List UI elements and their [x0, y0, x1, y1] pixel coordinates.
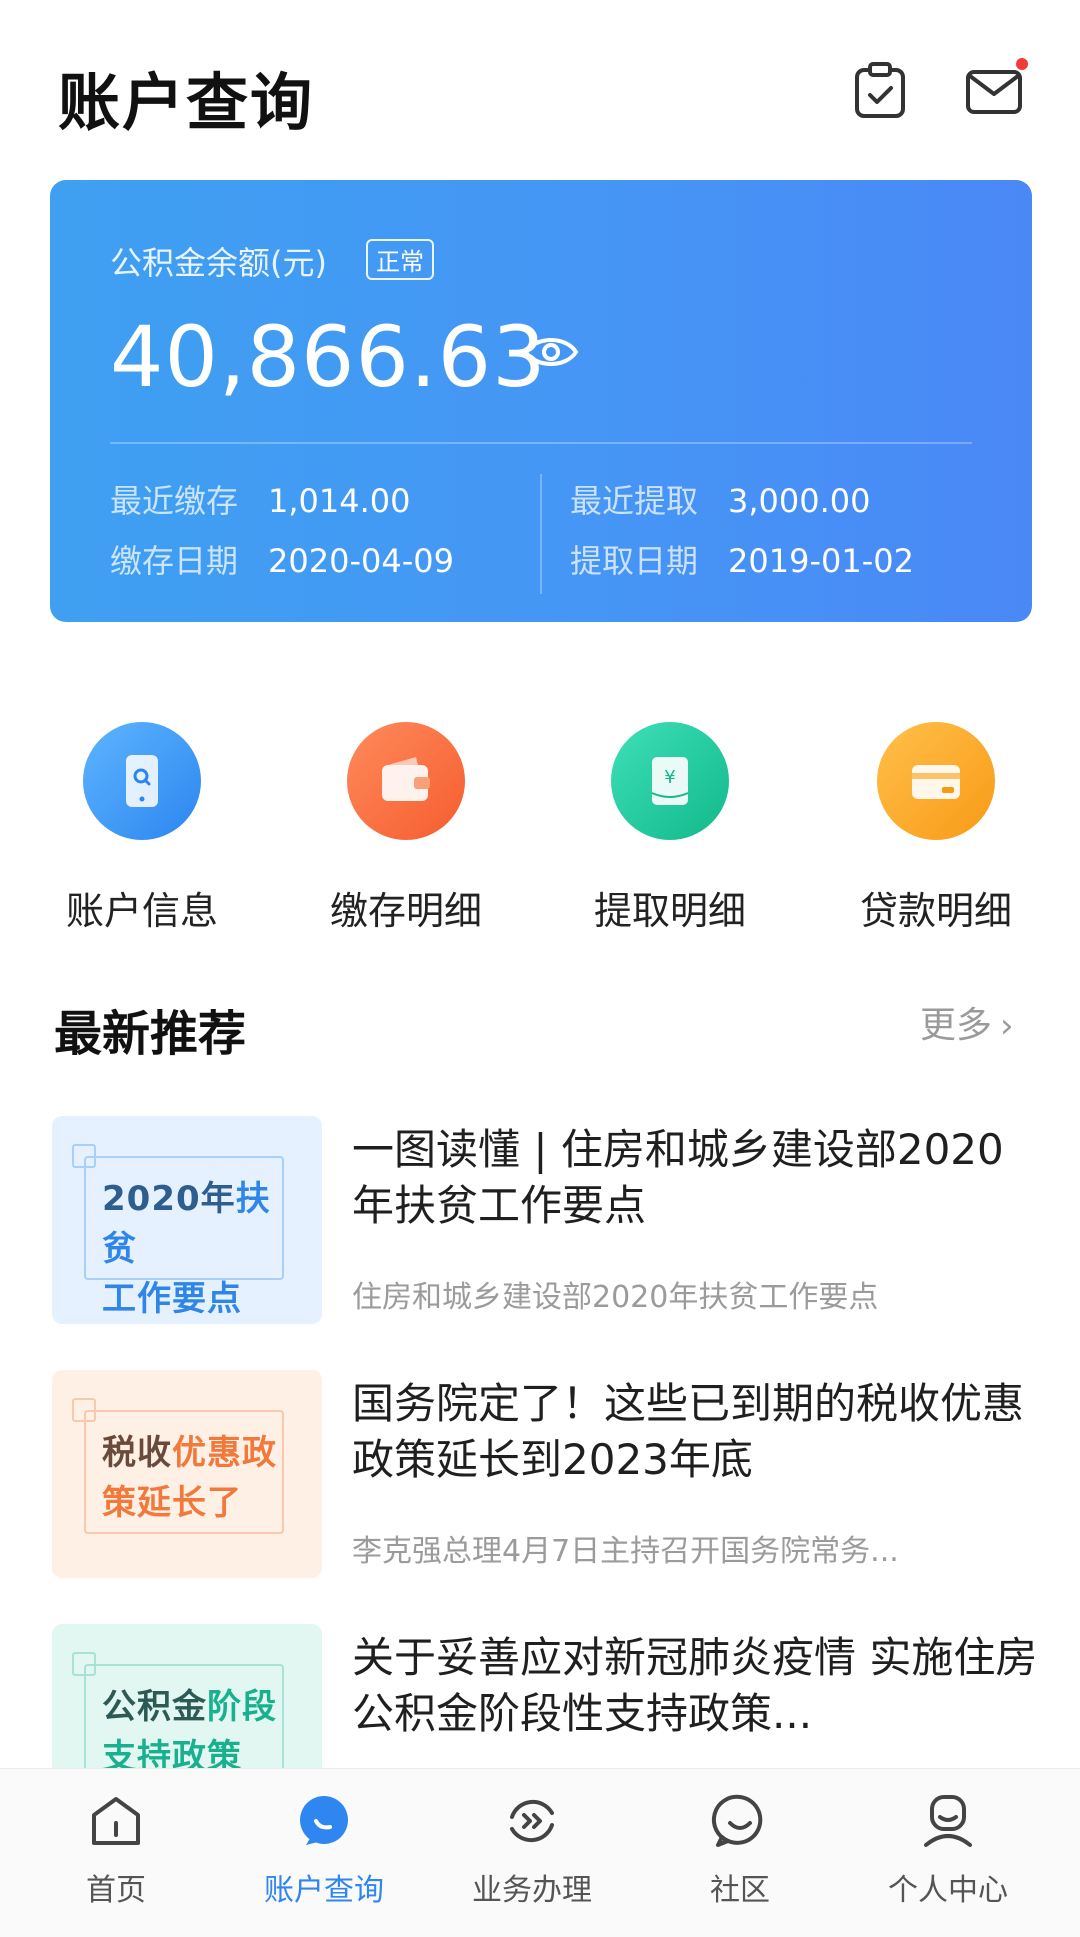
action-label: 账户信息 [65, 889, 218, 933]
action-label: 缴存明细 [329, 889, 482, 933]
mail-icon[interactable] [962, 56, 1030, 122]
chat-search-icon [300, 1796, 348, 1845]
more-link[interactable]: 更多 › [920, 996, 1014, 1048]
news-thumbnail: 2020年扶贫 工作要点 [52, 1116, 322, 1324]
svg-text:¥: ¥ [664, 767, 675, 788]
tab-label: 业务办理 [472, 1873, 592, 1908]
thumb-text-a: 2020年 [102, 1179, 236, 1219]
thumb-text: 税收优惠政 策延长了 [102, 1428, 302, 1528]
recent-withdraw-row: 最近提取 3,000.00 [570, 476, 871, 522]
thumb-text-b: 优惠政 [172, 1433, 277, 1473]
deposit-date-value: 2020-04-09 [268, 542, 454, 580]
balance-label: 公积金余额(元) [110, 244, 327, 282]
page-title: 账户查询 [58, 66, 315, 139]
tab-account-query[interactable]: 账户查询 [224, 1791, 424, 1909]
section-title: 最新推荐 [54, 1006, 247, 1062]
chevron-right-icon: › [1000, 1006, 1014, 1046]
status-badge: 正常 [366, 239, 434, 280]
news-item[interactable]: 税收优惠政 策延长了 国务院定了！这些已到期的税收优惠政策延长到2023年底 李… [0, 1370, 1080, 1580]
thumb-text-c: 工作要点 [102, 1279, 242, 1319]
deposit-detail-button[interactable]: 缴存明细 [296, 722, 516, 935]
news-subtitle: 住房和城乡建设部2020年扶贫工作要点 [352, 1280, 879, 1315]
action-label: 贷款明细 [859, 889, 1012, 933]
balance-amount: 40,866.63 [110, 308, 547, 406]
news-thumbnail: 税收优惠政 策延长了 [52, 1370, 322, 1578]
yuan-receipt-icon: ¥ [611, 722, 729, 840]
recent-deposit-row: 最近缴存 1,014.00 [110, 476, 411, 522]
tab-home[interactable]: 首页 [16, 1791, 216, 1909]
news-title: 国务院定了！这些已到期的税收优惠政策延长到2023年底 [352, 1379, 1025, 1484]
tab-community[interactable]: 社区 [640, 1791, 840, 1909]
more-label: 更多 [920, 1005, 993, 1046]
news-title: 一图读懂 | 住房和城乡建设部2020年扶贫工作要点 [352, 1125, 1004, 1230]
phone-search-icon [83, 722, 201, 840]
loan-detail-button[interactable]: 贷款明细 [826, 722, 1046, 935]
tab-label: 社区 [710, 1873, 770, 1908]
tab-label: 账户查询 [264, 1873, 384, 1908]
withdraw-date-label: 提取日期 [570, 542, 699, 580]
recent-deposit-label: 最近缴存 [110, 482, 239, 520]
user-icon [924, 1795, 972, 1847]
balance-card[interactable]: 公积金余额(元) 正常 40,866.63 最近缴存 1,014.00 缴存日期 2… [50, 180, 1032, 622]
wallet-icon [347, 722, 465, 840]
thumb-text: 公积金阶段 支持政策 [102, 1682, 302, 1782]
thumb-text-a: 税收 [102, 1433, 172, 1473]
quick-actions: 账户信息 缴存明细 ¥ 提取明细 贷款明细 [0, 722, 1080, 942]
bottom-tab-bar: 首页 账户查询 业务办理 社区 个人中心 [0, 1768, 1080, 1937]
card-icon [877, 722, 995, 840]
thumb-text-b: 阶段 [207, 1687, 277, 1727]
withdraw-date-row: 提取日期 2019-01-02 [570, 536, 914, 582]
deposit-date-label: 缴存日期 [110, 542, 239, 580]
top-header: 账户查询 [0, 0, 1080, 170]
eye-icon[interactable] [522, 332, 580, 372]
deposit-date-row: 缴存日期 2020-04-09 [110, 536, 454, 582]
unread-dot [1014, 56, 1030, 72]
card-divider [110, 442, 972, 444]
recent-withdraw-value: 3,000.00 [728, 482, 871, 520]
tab-services[interactable]: 业务办理 [432, 1791, 632, 1909]
clipboard-check-icon[interactable] [848, 58, 912, 122]
action-label: 提取明细 [593, 889, 746, 933]
thumb-text-a: 公积金 [102, 1687, 207, 1727]
thumb-text-c: 策延长了 [102, 1483, 242, 1523]
news-title: 关于妥善应对新冠肺炎疫情 实施住房公积金阶段性支持政策... [352, 1633, 1038, 1738]
recent-deposit-value: 1,014.00 [268, 482, 411, 520]
news-item[interactable]: 2020年扶贫 工作要点 一图读懂 | 住房和城乡建设部2020年扶贫工作要点 … [0, 1116, 1080, 1326]
tab-profile[interactable]: 个人中心 [848, 1791, 1048, 1909]
smile-chat-icon [711, 1794, 763, 1847]
news-subtitle: 李克强总理4月7日主持召开国务院常务... [352, 1534, 899, 1569]
card-vertical-divider [540, 474, 542, 594]
service-icon [510, 1799, 554, 1843]
withdraw-detail-button[interactable]: ¥ 提取明细 [560, 722, 780, 935]
tab-label: 个人中心 [888, 1873, 1008, 1908]
recent-withdraw-label: 最近提取 [570, 482, 699, 520]
home-icon [92, 1797, 140, 1845]
thumb-text: 2020年扶贫 工作要点 [102, 1174, 302, 1324]
account-info-button[interactable]: 账户信息 [32, 722, 252, 935]
tab-label: 首页 [86, 1873, 146, 1908]
withdraw-date-value: 2019-01-02 [728, 542, 914, 580]
account-query-screen: 账户查询 公积金余额(元) 正常 40,866.63 最近缴存 1,014.00… [0, 0, 1080, 1937]
